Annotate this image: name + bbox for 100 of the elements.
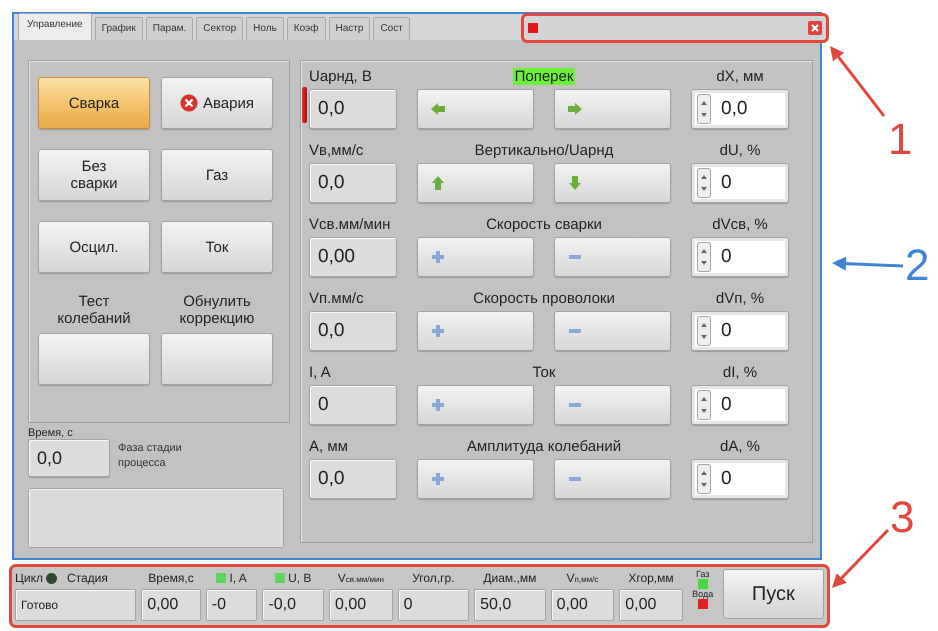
callout-arrow — [832, 528, 890, 588]
callout-number: 2 — [905, 244, 930, 288]
button-caption: Обнулить коррекцию — [180, 293, 254, 327]
indicator-label: Газ — [696, 569, 710, 579]
mode-button[interactable]: Газ — [161, 149, 273, 201]
control-title: Скорость проволоки — [473, 290, 615, 307]
field-label: Стадия — [66, 571, 108, 585]
mode-button[interactable]: Осцил. — [38, 221, 150, 273]
adjust-button[interactable] — [554, 163, 671, 203]
readout-field: 0 — [309, 385, 397, 425]
adjust-button[interactable] — [554, 459, 671, 499]
readout-field: 0,0 — [309, 311, 397, 351]
adjust-button[interactable] — [554, 311, 671, 351]
tab[interactable]: Настр — [328, 17, 370, 40]
adjust-button[interactable] — [554, 237, 671, 277]
adjust-button[interactable] — [417, 163, 534, 203]
indicator-label: Вода — [692, 589, 714, 599]
value-label: I, A — [309, 364, 332, 381]
adjust-button[interactable] — [417, 311, 534, 351]
number-spinner[interactable]: 0,0 — [691, 89, 789, 129]
tab[interactable]: Коэф — [286, 17, 326, 40]
adjust-button[interactable] — [417, 385, 534, 425]
delta-label: dA, % — [718, 438, 762, 455]
time-label: Время, с — [28, 427, 74, 439]
adjust-button[interactable] — [417, 237, 534, 277]
stepper-icon[interactable] — [697, 242, 711, 272]
control-title: Вертикально/Uарнд — [474, 142, 614, 159]
control-title: Скорость сварки — [486, 216, 602, 233]
field-label: Диам.,мм — [483, 571, 536, 585]
down-arrow-icon — [567, 175, 583, 191]
alarm-button[interactable]: Авария — [161, 77, 273, 129]
status-field: -0,0 — [262, 589, 324, 621]
callout-arrow — [830, 46, 886, 117]
field-label: Угол,гр. — [412, 571, 455, 585]
mode-button[interactable]: Ток — [161, 221, 273, 273]
plus-icon — [430, 249, 446, 265]
number-spinner[interactable]: 0 — [691, 459, 789, 499]
adjust-button[interactable] — [417, 89, 534, 129]
status-field: 50,0 — [474, 589, 546, 621]
stepper-icon[interactable] — [697, 390, 711, 420]
field-label: Хгор,мм — [628, 571, 674, 585]
plus-icon — [430, 397, 446, 413]
phase-label: Фаза стадии процесса — [118, 441, 182, 471]
readout-field: 0,0 — [309, 459, 397, 499]
stepper-icon[interactable] — [697, 94, 711, 124]
tab[interactable]: Сост — [373, 17, 410, 40]
number-spinner[interactable]: 0 — [691, 385, 789, 425]
up-arrow-icon — [430, 175, 446, 191]
number-spinner[interactable]: 0 — [691, 237, 789, 277]
delta-label: dI, % — [722, 364, 758, 381]
button-caption: Тест колебаний — [57, 293, 131, 327]
mode-button[interactable]: Без сварки — [38, 149, 150, 201]
plus-icon — [430, 471, 446, 487]
highlighted-title: Поперек — [512, 68, 576, 85]
adjust-button[interactable] — [554, 89, 671, 129]
time-field: 0,0 — [28, 439, 110, 477]
value-label: A, мм — [309, 438, 349, 455]
number-spinner[interactable]: 0 — [691, 311, 789, 351]
adjust-button[interactable] — [554, 385, 671, 425]
field-label: Цикл — [15, 571, 43, 585]
value-label: Uарнд, В — [309, 68, 373, 85]
tab[interactable]: Парам. — [146, 17, 194, 40]
left-arrow-icon — [430, 101, 446, 117]
value-label: Vп.мм/с — [309, 290, 365, 307]
delta-label: dVп, % — [714, 290, 766, 307]
action-button[interactable] — [161, 333, 273, 385]
mode-button[interactable]: Сварка — [38, 77, 150, 129]
control-title: Ток — [532, 364, 556, 381]
stepper-icon[interactable] — [697, 316, 711, 346]
status-field: 0,00 — [329, 589, 393, 621]
tab[interactable]: Управление — [18, 13, 92, 40]
delta-label: dVсв, % — [711, 216, 769, 233]
square-icon — [528, 23, 538, 33]
value-label: Vв,мм/с — [309, 142, 364, 159]
start-button[interactable]: Пуск — [722, 569, 824, 619]
status-field: 0 — [398, 589, 470, 621]
number-spinner[interactable]: 0 — [691, 163, 789, 203]
readout-field: 0,0 — [309, 89, 397, 129]
delta-label: dU, % — [718, 142, 762, 159]
field-label: Время,с — [148, 571, 194, 585]
tab[interactable]: Ноль — [246, 17, 284, 40]
status-field: -0 — [206, 589, 258, 621]
callout-arrow — [832, 256, 904, 271]
callout-number: 1 — [888, 118, 912, 162]
tab[interactable]: График — [94, 17, 143, 40]
right-arrow-icon — [567, 101, 583, 117]
error-icon — [180, 94, 198, 112]
status-field: Готово — [15, 589, 136, 621]
tab[interactable]: Сектор — [196, 17, 244, 40]
value-label: Vсв.мм/мин — [309, 216, 392, 233]
plus-icon — [430, 323, 446, 339]
adjust-button[interactable] — [417, 459, 534, 499]
action-button[interactable] — [38, 333, 150, 385]
close-icon[interactable] — [808, 21, 822, 35]
readout-field: 0,0 — [309, 163, 397, 203]
stepper-icon[interactable] — [697, 464, 711, 494]
stepper-icon[interactable] — [697, 168, 711, 198]
status-field: 0,00 — [619, 589, 683, 621]
readout-field: 0,00 — [309, 237, 397, 277]
status-field: 0,00 — [141, 589, 201, 621]
